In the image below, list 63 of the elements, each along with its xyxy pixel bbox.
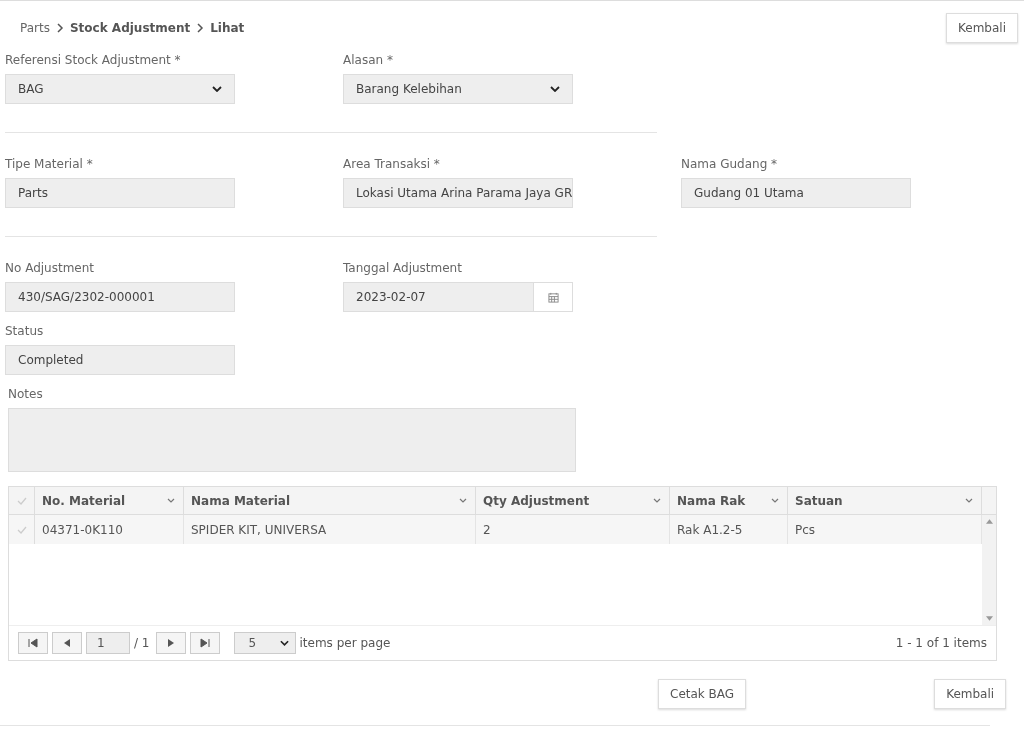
field-label: Tipe Material * (5, 157, 94, 171)
text-field[interactable]: Parts (5, 178, 235, 208)
right-triangle-icon (165, 638, 176, 648)
column-header[interactable]: Satuan (788, 487, 982, 514)
chevron-right-icon (196, 23, 205, 33)
next-page-button[interactable] (155, 632, 186, 654)
breadcrumb-item[interactable]: Parts (20, 21, 50, 35)
column-header[interactable]: No. Material (35, 487, 184, 514)
last-page-icon (199, 638, 210, 648)
column-header[interactable]: Nama Material (184, 487, 476, 514)
chevron-down-icon (771, 498, 779, 503)
table-cell: SPIDER KIT, UNIVERSA (184, 515, 476, 544)
chevron-down-icon (459, 498, 467, 503)
first-page-icon (28, 638, 38, 648)
left-triangle-icon (62, 638, 72, 648)
breadcrumb-item: Stock Adjustment (69, 21, 191, 35)
text-field[interactable]: Gudang 01 Utama (681, 178, 911, 208)
back-button[interactable]: Kembali (934, 679, 1007, 709)
breadcrumb-item: Lihat (210, 21, 245, 35)
caret-icon (550, 86, 560, 92)
field-label: Tanggal Adjustment (343, 261, 463, 275)
date-field[interactable]: 2023-02-07 (343, 282, 573, 312)
table-cell: 2 (476, 515, 670, 544)
back-button[interactable]: Kembali (946, 13, 1018, 43)
column-header[interactable]: Qty Adjustment (476, 487, 670, 514)
table-cell: Rak A1.2-5 (670, 515, 788, 544)
page-input[interactable]: 1 (86, 632, 130, 654)
print-button[interactable]: Cetak BAG (658, 679, 747, 709)
first-page-button[interactable] (18, 632, 48, 654)
calendar-button[interactable] (533, 283, 572, 311)
text-field[interactable]: Lokasi Utama Arina Parama Jaya GR (343, 178, 573, 208)
text-field[interactable]: Completed (5, 345, 235, 375)
chevron-down-icon (965, 498, 973, 503)
table-cell: 04371-0K110 (35, 515, 184, 544)
column-header[interactable]: Nama Rak (670, 487, 788, 514)
pager-summary: 1 - 1 of 1 items (895, 636, 987, 650)
field-label: Nama Gudang * (681, 157, 779, 171)
text-field[interactable]: 430/SAG/2302-000001 (5, 282, 235, 312)
caret-icon (212, 86, 222, 92)
field-label: No Adjustment (5, 261, 96, 275)
chevron-down-icon (653, 498, 661, 503)
last-page-button[interactable] (189, 632, 220, 654)
checkmark-icon (16, 496, 27, 505)
field-label: Notes (8, 387, 44, 401)
page-count: / 1 (134, 636, 150, 650)
previous-page-button[interactable] (52, 632, 82, 654)
scrollbar[interactable] (982, 515, 996, 625)
items-per-page-label: items per page (299, 636, 391, 650)
calendar-icon (547, 291, 559, 303)
down-arrow-icon (985, 616, 993, 621)
up-arrow-icon (985, 519, 993, 524)
field-label: Status (5, 324, 45, 338)
select-field[interactable]: BAG (5, 74, 235, 104)
checkmark-icon (16, 525, 27, 534)
caret-icon (279, 640, 289, 646)
select-field[interactable]: Barang Kelebihan (343, 74, 573, 104)
field-label: Alasan * (343, 53, 394, 67)
field-label: Referensi Stock Adjustment * (5, 53, 182, 67)
notes-field[interactable] (8, 408, 576, 472)
chevron-down-icon (167, 498, 175, 503)
field-label: Area Transaksi * (343, 157, 441, 171)
chevron-right-icon (55, 23, 64, 33)
page-size-select[interactable]: 5 (233, 632, 296, 654)
